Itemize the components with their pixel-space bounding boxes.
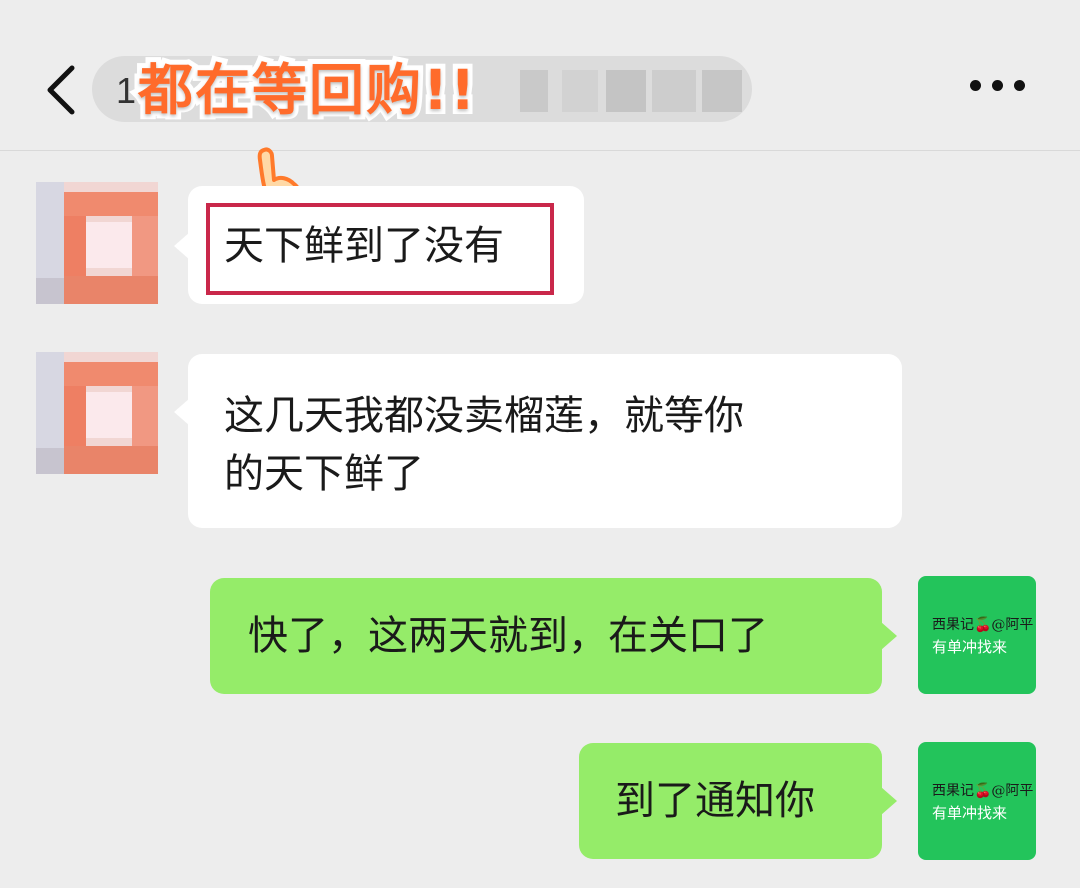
blurred-title-segment	[702, 70, 742, 112]
bubble-tail	[881, 787, 897, 815]
self-avatar-slogan: 有单冲找来	[932, 804, 1008, 822]
message-text-line: 这几天我都没卖榴莲，就等你	[224, 393, 744, 439]
more-dots-icon[interactable]	[970, 80, 1026, 96]
self-avatar[interactable]: 西果记🍒@阿平 有单冲找来	[918, 742, 1036, 860]
promo-banner-text: 都在等回购!!	[133, 53, 480, 127]
contact-avatar[interactable]	[36, 352, 158, 474]
self-avatar[interactable]: 西果记🍒@阿平 有单冲找来	[918, 576, 1036, 694]
self-avatar-name: 西果记🍒@阿平	[932, 617, 1034, 633]
blurred-title-segment	[652, 70, 696, 112]
back-chevron-icon[interactable]	[42, 62, 82, 118]
message-bubble-outgoing[interactable]: 到了通知你	[579, 743, 882, 859]
chat-header: 1 都在等回购!!	[0, 0, 1080, 151]
blurred-title-segment	[562, 70, 598, 112]
message-text-line: 的天下鲜了	[224, 451, 424, 497]
message-text: 快了，这两天就到，在关口了	[248, 613, 768, 659]
contact-avatar[interactable]	[36, 182, 158, 304]
highlight-frame	[206, 203, 554, 295]
message-text: 到了通知你	[615, 778, 815, 824]
self-avatar-name: 西果记🍒@阿平	[932, 783, 1034, 799]
self-avatar-slogan: 有单冲找来	[932, 638, 1008, 656]
message-bubble-outgoing[interactable]: 快了，这两天就到，在关口了	[210, 578, 882, 694]
bubble-tail	[881, 622, 897, 650]
chat-title-text: 1	[116, 70, 137, 111]
message-bubble-incoming[interactable]: 这几天我都没卖榴莲，就等你 的天下鲜了	[188, 354, 902, 528]
blurred-title-segment	[606, 70, 646, 112]
blurred-title-segment	[520, 70, 548, 112]
